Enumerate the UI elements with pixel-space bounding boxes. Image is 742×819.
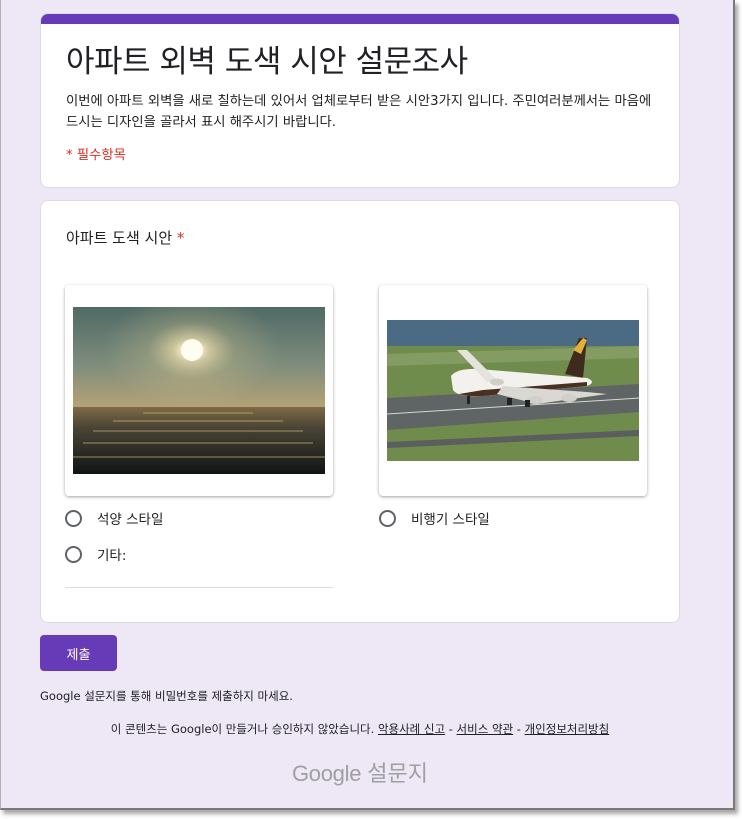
option-image-airplane <box>379 285 647 496</box>
accent-bar <box>41 14 679 24</box>
submit-button[interactable]: 제출 <box>40 635 117 671</box>
form-header-card: 아파트 외벽 도색 시안 설문조사 이번에 아파트 외벽을 새로 칠하는데 있어… <box>40 13 680 188</box>
password-warning: Google 설문지를 통해 비밀번호를 제출하지 마세요. <box>40 689 293 703</box>
option-label: 기타: <box>97 548 127 564</box>
privacy-link[interactable]: 개인정보처리방침 <box>525 722 610 736</box>
terms-link[interactable]: 서비스 약관 <box>457 722 514 736</box>
report-abuse-link[interactable]: 악용사례 신고 <box>378 722 445 736</box>
option-airplane-style[interactable]: 비행기 스타일 <box>379 508 490 528</box>
brand-google: Google <box>291 761 362 786</box>
radio-button[interactable] <box>65 545 82 563</box>
question-title-text: 아파트 도색 시안 <box>66 229 173 247</box>
brand-product: 설문지 <box>367 761 428 786</box>
radio-button[interactable] <box>65 509 82 527</box>
option-image-sunset <box>65 285 333 496</box>
other-text-input[interactable] <box>65 587 333 588</box>
airplane-image <box>387 320 639 461</box>
footer-separator: - <box>513 722 525 736</box>
google-forms-logo[interactable]: Google 설문지 <box>1 756 719 788</box>
required-note: * 필수항목 <box>66 148 126 163</box>
required-asterisk: * <box>176 229 185 247</box>
option-label: 석양 스타일 <box>97 512 164 528</box>
option-label: 비행기 스타일 <box>411 512 490 528</box>
sunset-image <box>73 307 325 474</box>
form-title: 아파트 외벽 도색 시안 설문조사 <box>66 44 468 80</box>
page-background: 아파트 외벽 도색 시안 설문조사 이번에 아파트 외벽을 새로 칠하는데 있어… <box>0 0 735 810</box>
radio-button[interactable] <box>379 509 396 527</box>
footer-disclaimer: 이 콘텐츠는 Google이 만들거나 승인하지 않았습니다. <box>110 722 375 736</box>
form-description: 이번에 아파트 외벽을 새로 칠하는데 있어서 업체로부터 받은 시안3가지 입… <box>66 94 652 130</box>
question-title: 아파트 도색 시안 * <box>66 227 184 248</box>
question-card: 아파트 도색 시안 * 석양 스타일 비행기 스타일 기타: <box>40 200 680 623</box>
option-sunset-style[interactable]: 석양 스타일 <box>65 508 163 528</box>
footer: 이 콘텐츠는 Google이 만들거나 승인하지 않았습니다. 악용사례 신고 … <box>1 721 719 737</box>
footer-separator: - <box>445 722 457 736</box>
option-other[interactable]: 기타: <box>65 544 126 564</box>
